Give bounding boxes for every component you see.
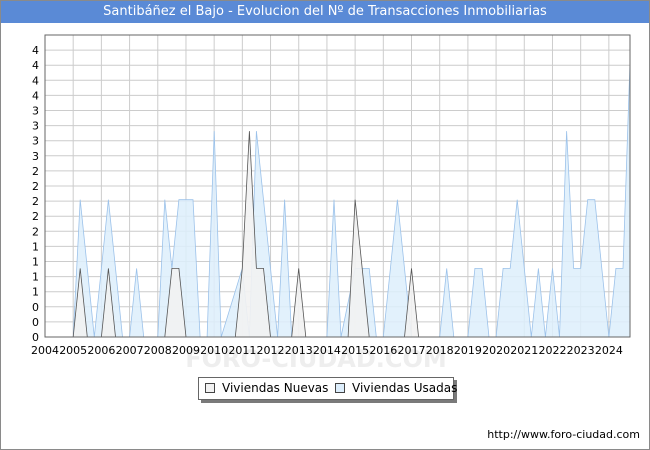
legend-swatch-nuevas [205,382,215,393]
x-tick-label: 2004 [31,344,59,357]
y-tick-label: 3 [32,105,39,118]
x-tick-label: 2017 [398,344,426,357]
y-tick-label: 4 [32,89,39,102]
x-tick-label: 2016 [369,344,397,357]
y-tick-label: 4 [32,59,39,72]
y-tick-label: 1 [32,271,39,284]
y-tick-label: 3 [32,150,39,163]
y-tick-label: 4 [32,44,39,57]
y-tick-label: 1 [32,256,39,269]
x-tick-label: 2020 [482,344,510,357]
x-tick-label: 2012 [257,344,285,357]
x-axis-ticks: 2004 2005 2006 2007 2008 2009 2010 2011 2012 2013… [31,344,623,357]
x-tick-label: 2011 [228,344,256,357]
y-tick-label: 1 [32,286,39,299]
y-tick-label: 2 [32,165,39,178]
legend: Viviendas Nuevas Viviendas Usadas [198,377,457,400]
legend-item-nuevas: Viviendas Nuevas [205,381,328,396]
y-tick-label: 0 [32,316,39,329]
x-tick-label: 2021 [510,344,538,357]
y-tick-label: 1 [32,240,39,253]
footer-url: http://www.foro-ciudad.com [487,428,640,441]
x-tick-label: 2005 [59,344,87,357]
x-tick-label: 2007 [116,344,144,357]
y-tick-label: 0 [32,331,39,344]
x-tick-label: 2019 [454,344,482,357]
y-tick-label: 2 [32,225,39,238]
x-tick-label: 2022 [538,344,566,357]
y-tick-label: 0 [32,301,39,314]
legend-label-usadas: Viviendas Usadas [352,381,458,395]
legend-swatch-usadas [335,382,345,393]
series-layer [72,62,631,338]
x-tick-label: 2010 [200,344,228,357]
x-tick-label: 2009 [172,344,200,357]
y-tick-label: 2 [32,195,39,208]
x-tick-label: 2014 [313,344,341,357]
x-tick-label: 2018 [426,344,454,357]
x-tick-label: 2023 [567,344,595,357]
x-tick-label: 2008 [144,344,172,357]
y-tick-label: 2 [32,180,39,193]
y-tick-label: 3 [32,135,39,148]
y-axis-ticks: 0 0 0 1 1 1 1 2 2 2 2 2 3 3 3 3 4 4 4 4 [32,44,39,344]
x-tick-label: 2006 [87,344,115,357]
x-tick-label: 2015 [341,344,369,357]
x-tick-label: 2013 [285,344,313,357]
legend-label-nuevas: Viviendas Nuevas [222,381,329,395]
y-tick-label: 3 [32,120,39,133]
y-tick-label: 2 [32,210,39,223]
y-tick-label: 4 [32,74,39,87]
legend-item-usadas: Viviendas Usadas [335,381,457,396]
x-tick-label: 2024 [595,344,623,357]
